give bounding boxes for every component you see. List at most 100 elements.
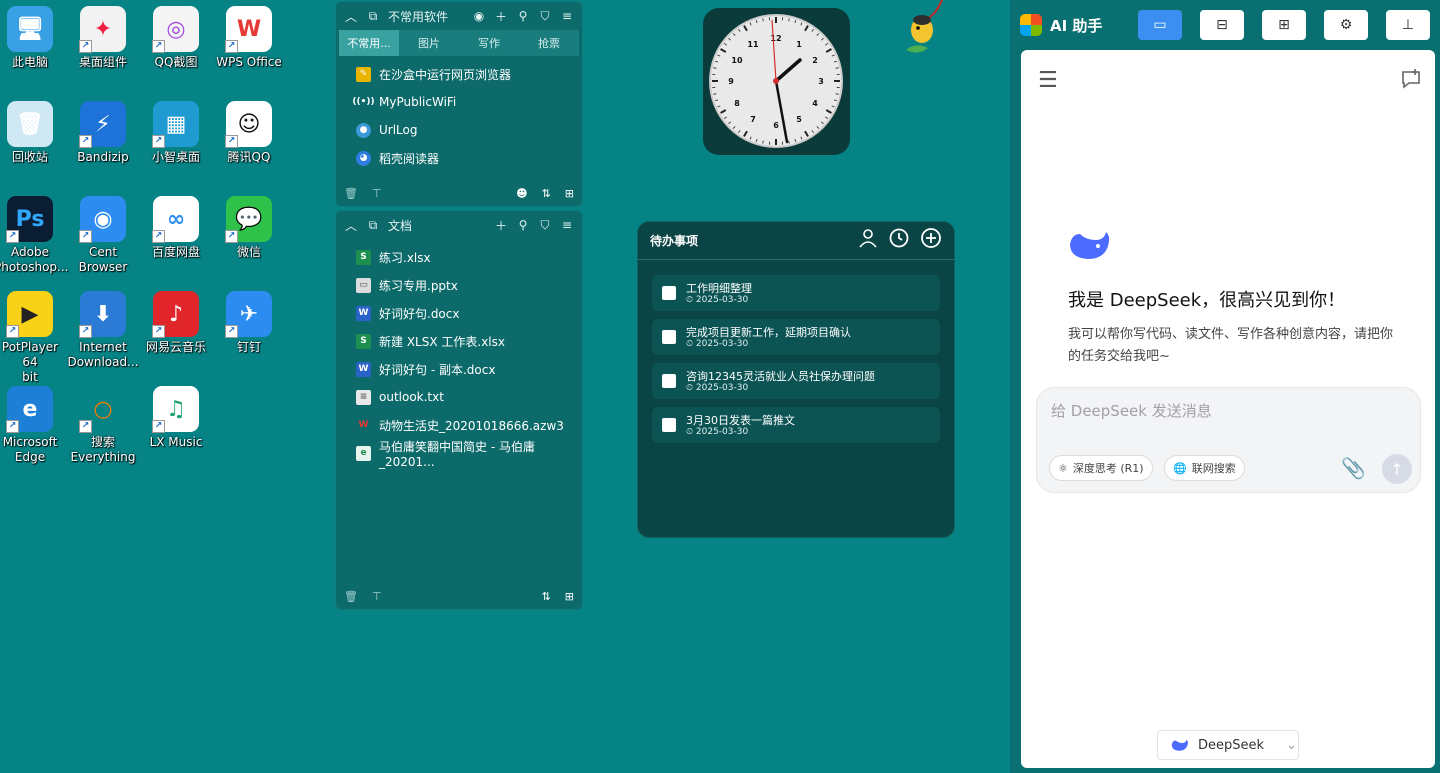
list-item[interactable]: ▭ 练习专用.pptx bbox=[356, 271, 582, 299]
desktop-icon[interactable]: ▶ ↗ PotPlayer 64 bit bbox=[0, 291, 66, 385]
desktop-icon[interactable]: ✈ ↗ 钉钉 bbox=[213, 291, 285, 355]
tab-writing[interactable]: 写作 bbox=[459, 30, 519, 56]
grid-icon[interactable]: ⊞ bbox=[565, 187, 574, 200]
sort-icon[interactable]: ⇅ bbox=[542, 187, 551, 200]
desktop-icon-label: Bandizip bbox=[77, 150, 129, 164]
word-icon: W bbox=[356, 361, 371, 377]
lx-music-icon: ♫ ↗ bbox=[152, 386, 199, 433]
list-item[interactable]: S 练习.xlsx bbox=[356, 243, 582, 271]
tab-tickets[interactable]: 抢票 bbox=[519, 30, 579, 56]
list-item[interactable]: ✎ 在沙盒中运行网页浏览器 bbox=[356, 60, 582, 88]
desktop-icon[interactable]: ◎ ↗ QQ截图 bbox=[140, 6, 212, 70]
list-item[interactable]: ◕ 稻壳阅读器 bbox=[356, 144, 582, 172]
grid-icon[interactable]: ⊞ bbox=[565, 590, 574, 603]
todo-text: 咨询12345灵活就业人员社保办理问题 bbox=[686, 369, 875, 383]
desktop-icon[interactable]: 🖥 此电脑 bbox=[0, 6, 66, 70]
desktop-icon[interactable]: ◉ ↗ Cent Browser bbox=[67, 196, 139, 275]
list-item[interactable]: e 马伯庸笑翻中国简史 - 马伯庸_20201... bbox=[356, 439, 582, 469]
desktop-icon-label: Microsoft Edge bbox=[2, 435, 58, 464]
collapse-icon[interactable]: ︿ bbox=[344, 8, 358, 25]
clock-icon: ⏲ bbox=[686, 382, 694, 393]
svg-text:8: 8 bbox=[734, 99, 740, 108]
attachment-icon[interactable]: 📎 bbox=[1341, 456, 1366, 480]
chevron-down-icon: ⌄ bbox=[1286, 737, 1297, 753]
pin-icon[interactable]: ⊤ bbox=[372, 187, 382, 200]
svg-text:3: 3 bbox=[818, 77, 824, 86]
user-icon[interactable] bbox=[858, 228, 878, 253]
settings-button[interactable]: ⚙ bbox=[1324, 10, 1368, 40]
tab-images[interactable]: 图片 bbox=[399, 30, 459, 56]
svg-text:12: 12 bbox=[770, 34, 781, 43]
menu-icon[interactable]: ≡ bbox=[560, 218, 574, 232]
menu-icon[interactable]: ≡ bbox=[560, 9, 574, 23]
svg-text:2: 2 bbox=[812, 56, 818, 65]
todo-item[interactable]: 完成项目更新工作，延期项目确认 ⏲ 2025-03-30 bbox=[652, 319, 940, 355]
history-icon[interactable] bbox=[888, 227, 910, 254]
todo-checkbox[interactable] bbox=[662, 374, 676, 388]
todo-checkbox[interactable] bbox=[662, 418, 676, 432]
desktop-icon[interactable]: ✦ ↗ 桌面组件 bbox=[67, 6, 139, 70]
add-icon[interactable]: ＋ bbox=[494, 217, 508, 234]
shortcut-arrow-icon: ↗ bbox=[152, 135, 165, 148]
desktop-icon[interactable]: ∞ ↗ 百度网盘 bbox=[140, 196, 212, 260]
list-item[interactable]: S 新建 XLSX 工作表.xlsx bbox=[356, 327, 582, 355]
desktop-icon[interactable]: ⬇ ↗ Internet Download... bbox=[67, 291, 139, 370]
message-input[interactable]: 给 DeepSeek 发送消息 ⚛ 深度思考 (R1) 🌐 联网搜索 📎 ↑ bbox=[1036, 387, 1421, 493]
trash-icon[interactable]: 🗑 bbox=[344, 187, 358, 200]
todo-checkbox[interactable] bbox=[662, 330, 676, 344]
desktop-icon[interactable]: Ps ↗ Adobe Photoshop... bbox=[0, 196, 69, 275]
web-search-button[interactable]: 🌐 联网搜索 bbox=[1164, 455, 1245, 481]
sort-icon[interactable]: ⇅ bbox=[542, 590, 551, 603]
new-chat-icon[interactable] bbox=[1400, 68, 1422, 94]
list-item[interactable]: W 好词好句.docx bbox=[356, 299, 582, 327]
todo-item[interactable]: 咨询12345灵活就业人员社保办理问题 ⏲ 2025-03-30 bbox=[652, 363, 940, 399]
shortcut-arrow-icon: ↗ bbox=[79, 135, 92, 148]
shortcut-arrow-icon: ↗ bbox=[225, 40, 238, 53]
user-icon[interactable]: ◉ bbox=[472, 9, 486, 23]
send-button[interactable]: ↑ bbox=[1382, 454, 1412, 484]
desktop-icon[interactable]: 🗑 回收站 bbox=[0, 101, 66, 165]
todo-item[interactable]: 3月30日发表一篇推文 ⏲ 2025-03-30 bbox=[652, 407, 940, 443]
pin-button[interactable]: ⊥ bbox=[1386, 10, 1430, 40]
layout-split-button[interactable]: ⊟ bbox=[1200, 10, 1244, 40]
layout-single-button[interactable]: ▭ bbox=[1138, 10, 1182, 40]
desktop-icon[interactable]: ♪ ↗ 网易云音乐 bbox=[140, 291, 212, 355]
add-icon[interactable]: ＋ bbox=[494, 8, 508, 25]
trash-icon[interactable]: 🗑 bbox=[344, 590, 358, 603]
layout-grid-button[interactable]: ⊞ bbox=[1262, 10, 1306, 40]
list-item[interactable]: ● UrlLog bbox=[356, 116, 582, 144]
shirt-icon[interactable]: ⛉ bbox=[538, 218, 552, 233]
search-icon[interactable]: ⚲ bbox=[516, 9, 530, 23]
hamburger-menu-icon[interactable]: ☰ bbox=[1038, 68, 1058, 93]
desktop-icon[interactable]: 💬 ↗ 微信 bbox=[213, 196, 285, 260]
desktop-icon[interactable]: ○ ↗ 搜索 Everything bbox=[67, 386, 139, 465]
pin-icon[interactable]: ⊤ bbox=[372, 590, 382, 603]
todo-title: 待办事项 bbox=[650, 234, 699, 248]
desktop-icon[interactable]: ⚡ ↗ Bandizip bbox=[67, 101, 139, 165]
word-icon: W bbox=[356, 305, 371, 321]
window-icon[interactable]: ⧉ bbox=[366, 9, 380, 24]
collapse-icon[interactable]: ︿ bbox=[344, 217, 358, 234]
wps-icon: W ↗ bbox=[225, 6, 272, 53]
deep-think-button[interactable]: ⚛ 深度思考 (R1) bbox=[1049, 455, 1153, 481]
recycle-bin-icon: 🗑 bbox=[7, 101, 53, 147]
desktop-icon[interactable]: ☺ ↗ 腾讯QQ bbox=[213, 101, 285, 165]
list-item[interactable]: W 动物生活史_20201018666.azw3 bbox=[356, 411, 582, 439]
robot-icon[interactable]: ☻ bbox=[516, 187, 527, 200]
desktop-icon[interactable]: e ↗ Microsoft Edge bbox=[0, 386, 66, 465]
add-todo-icon[interactable] bbox=[920, 227, 942, 254]
todo-checkbox[interactable] bbox=[662, 286, 676, 300]
window-icon[interactable]: ⧉ bbox=[366, 218, 380, 233]
fence-title: 不常用软件 bbox=[388, 9, 449, 24]
desktop-icon[interactable]: ♫ ↗ LX Music bbox=[140, 386, 212, 450]
shirt-icon[interactable]: ⛉ bbox=[538, 9, 552, 24]
list-item[interactable]: ≡ outlook.txt bbox=[356, 383, 582, 411]
tab-uncommon[interactable]: 不常用... bbox=[339, 30, 399, 56]
desktop-icon[interactable]: W ↗ WPS Office bbox=[213, 6, 285, 70]
list-item[interactable]: W 好词好句 - 副本.docx bbox=[356, 355, 582, 383]
desktop-icon[interactable]: ▦ ↗ 小智桌面 bbox=[140, 101, 212, 165]
list-item[interactable]: ((•)) MyPublicWiFi bbox=[352, 88, 582, 116]
search-icon[interactable]: ⚲ bbox=[516, 218, 530, 232]
model-selector[interactable]: DeepSeek ⌄ bbox=[1157, 730, 1299, 760]
todo-item[interactable]: 工作明细整理 ⏲ 2025-03-30 bbox=[652, 275, 940, 311]
